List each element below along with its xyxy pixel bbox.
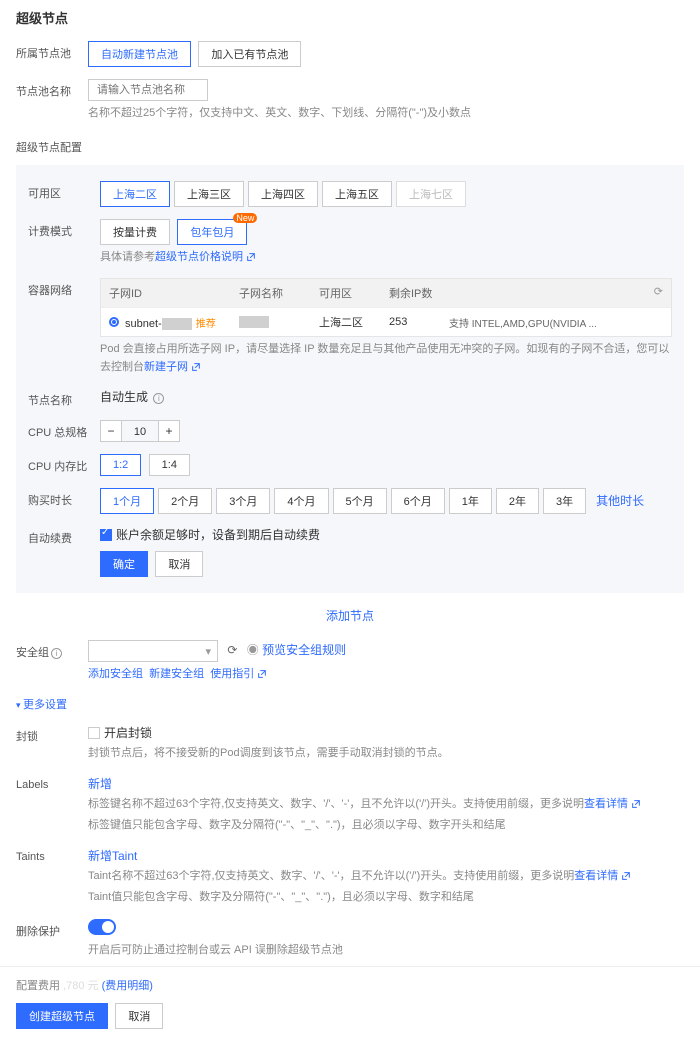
zone-opt-1[interactable]: 上海三区: [174, 181, 244, 207]
cancel-button[interactable]: 取消: [115, 1003, 163, 1029]
auto-renew-label: 自动续费: [28, 526, 100, 546]
cancel-config-button[interactable]: 取消: [155, 551, 203, 577]
info-icon[interactable]: i: [153, 393, 164, 404]
refresh-icon[interactable]: ⟳: [227, 643, 237, 657]
cost-detail-link[interactable]: (费用明细): [102, 980, 153, 992]
zone-opt-2[interactable]: 上海四区: [248, 181, 318, 207]
zone-opt-0[interactable]: 上海二区: [100, 181, 170, 207]
config-panel: 可用区 上海二区上海三区上海四区上海五区上海七区 计费模式 按量计费 包年包月N…: [16, 165, 684, 594]
sg-select[interactable]: [88, 640, 218, 662]
new-sg-link[interactable]: 新建安全组: [149, 668, 204, 680]
zone-opt-4: 上海七区: [396, 181, 466, 207]
subnet-radio[interactable]: [109, 317, 119, 327]
external-link-icon: [191, 362, 201, 372]
th-subnet-name: 子网名称: [239, 285, 319, 301]
billing-opt-0[interactable]: 按量计费: [100, 219, 170, 245]
duration-opt-8[interactable]: 3年: [543, 488, 586, 514]
auto-new-pool-button[interactable]: 自动新建节点池: [88, 41, 191, 67]
zone-label: 可用区: [28, 181, 100, 201]
labels-doc-link[interactable]: 查看详情: [584, 798, 641, 810]
external-link-icon: [246, 252, 256, 262]
add-sg-link[interactable]: 添加安全组: [88, 668, 143, 680]
stepper-value: 10: [122, 420, 158, 442]
duration-label: 购买时长: [28, 488, 100, 508]
billing-label: 计费模式: [28, 219, 100, 239]
footer-bar: 配置费用 ,780 元 (费用明细): [0, 966, 700, 1003]
price-doc-link[interactable]: 超级节点价格说明: [155, 251, 256, 263]
cordon-label: 封锁: [16, 724, 88, 744]
more-settings-toggle[interactable]: 更多设置: [0, 690, 700, 718]
external-link-icon: [621, 871, 631, 881]
labels-label: Labels: [16, 775, 88, 791]
pool-label: 所属节点池: [16, 41, 88, 61]
taints-doc-link[interactable]: 查看详情: [574, 870, 631, 882]
th-ip: 剩余IP数: [389, 285, 449, 301]
table-refresh-icon[interactable]: ⟳: [654, 285, 663, 298]
duration-opt-5[interactable]: 6个月: [391, 488, 445, 514]
ratio-opt-1[interactable]: 1:4: [149, 454, 190, 476]
add-label-link[interactable]: 新增: [88, 777, 112, 791]
duration-opt-0[interactable]: 1个月: [100, 488, 154, 514]
new-badge: New: [233, 213, 257, 223]
new-subnet-link[interactable]: 新建子网: [144, 361, 201, 373]
add-node-link[interactable]: 添加节点: [326, 609, 374, 623]
external-link-icon: [257, 669, 267, 679]
sg-label: 安全组i: [16, 640, 88, 660]
eye-icon: ◉: [247, 643, 259, 657]
node-name-label: 节点名称: [28, 388, 100, 408]
cpu-stepper[interactable]: − 10 +: [100, 420, 180, 442]
pool-name-hint: 名称不超过25个字符，仅支持中文、英文、数字、下划线、分隔符("-")及小数点: [88, 105, 684, 123]
cpu-mem-label: CPU 内存比: [28, 454, 100, 474]
duration-opt-4[interactable]: 5个月: [333, 488, 387, 514]
network-label: 容器网络: [28, 278, 100, 298]
duration-opt-1[interactable]: 2个月: [158, 488, 212, 514]
sg-guide-link[interactable]: 使用指引: [210, 668, 267, 680]
protect-label: 删除保护: [16, 919, 88, 939]
node-name-value: 自动生成: [100, 390, 148, 404]
preview-sg-link[interactable]: 预览安全组规则: [262, 643, 346, 657]
duration-opt-2[interactable]: 3个月: [216, 488, 270, 514]
recommended-tag: 推荐: [196, 319, 216, 330]
pool-name-label: 节点池名称: [16, 79, 88, 99]
duration-opt-7[interactable]: 2年: [496, 488, 539, 514]
add-taint-link[interactable]: 新增Taint: [88, 849, 137, 863]
other-duration-link[interactable]: 其他时长: [596, 494, 644, 508]
create-button[interactable]: 创建超级节点: [16, 1003, 108, 1029]
join-existing-pool-button[interactable]: 加入已有节点池: [198, 41, 301, 67]
duration-opt-6[interactable]: 1年: [449, 488, 492, 514]
page-title: 超级节点: [0, 0, 700, 35]
external-link-icon: [631, 799, 641, 809]
duration-opt-3[interactable]: 4个月: [274, 488, 328, 514]
subnet-row[interactable]: subnet-推荐 上海二区 253 支持 INTEL,AMD,GPU(NVID…: [101, 307, 671, 336]
auto-renew-checkbox[interactable]: [100, 529, 112, 541]
cpu-total-label: CPU 总规格: [28, 420, 100, 440]
th-zone: 可用区: [319, 285, 389, 301]
th-subnet-id: 子网ID: [109, 285, 239, 301]
zone-opt-3[interactable]: 上海五区: [322, 181, 392, 207]
confirm-button[interactable]: 确定: [100, 551, 148, 577]
stepper-plus-button[interactable]: +: [158, 420, 180, 442]
stepper-minus-button[interactable]: −: [100, 420, 122, 442]
cordon-checkbox[interactable]: [88, 727, 100, 739]
delete-protect-switch[interactable]: [88, 919, 116, 935]
ratio-opt-0[interactable]: 1:2: [100, 454, 141, 476]
pool-name-input[interactable]: [88, 79, 208, 101]
taints-label: Taints: [16, 847, 88, 863]
info-icon[interactable]: i: [51, 648, 62, 659]
subnet-table: 子网ID 子网名称 可用区 剩余IP数 ⟳ subnet-推荐 上海二区 253…: [100, 278, 672, 337]
config-label: 超级节点配置: [16, 135, 88, 155]
